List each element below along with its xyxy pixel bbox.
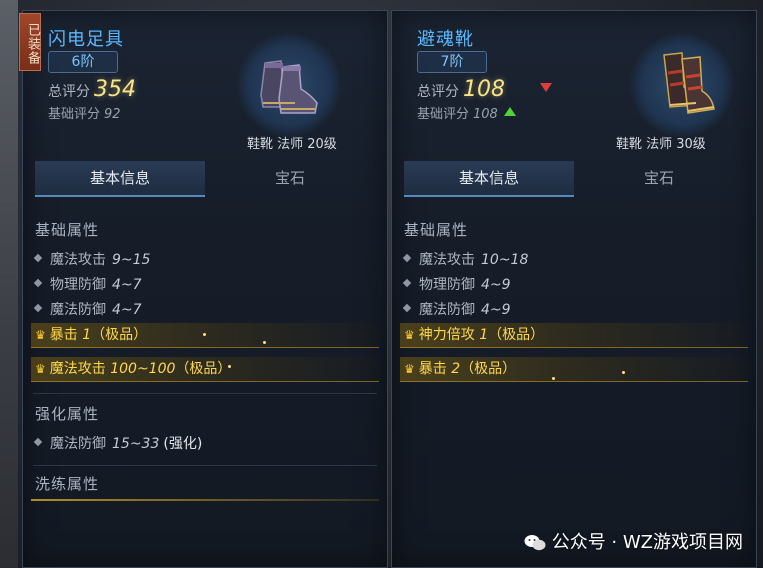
boots-icon [663,52,715,114]
refine-attrs-title: 洗练属性 [35,475,100,493]
wechat-icon [524,535,546,551]
sparkle [228,365,231,368]
info-tabs: 基本信息 宝石 [35,161,375,197]
attr-name: 魔法防御 [50,302,106,318]
sparkle [263,341,266,344]
item-grade: 7阶 [417,51,487,73]
tab-gems[interactable]: 宝石 [205,161,375,195]
tab-basic-info[interactable]: 基本信息 [35,161,205,197]
attr-value: 4~9 [481,277,511,293]
diamond-bullet-icon [402,253,412,263]
base-score-value: 92 [104,107,121,122]
item-name: 闪电足具 [48,29,124,50]
diamond-bullet-icon [402,278,412,288]
attr-row: 魔法攻击 10~18 [402,249,529,269]
sparkle [203,333,206,336]
attr-row: 魔法防御 4~9 [402,299,511,319]
attr-name: 魔法攻击 [419,252,475,268]
base-score-row: 基础评分 108 [417,103,498,122]
item-type-class-level: 鞋靴 法师 20级 [247,137,337,152]
attr-value: 10~18 [481,252,529,268]
attr-row: 物理防御 4~7 [33,274,142,294]
attr-value: 15~33 [112,436,160,452]
total-score-label: 总评分 [48,84,90,100]
attr-name: 物理防御 [419,277,475,293]
special-attr-value: 1 [82,327,92,343]
item-grade: 6阶 [48,51,118,73]
special-attr-value: 100~100 [110,361,176,377]
info-tabs: 基本信息 宝石 [404,161,744,197]
item-icon-frame [630,33,734,137]
total-score-value: 354 [94,77,136,102]
special-attr-row: ♛ 暴击 2（极品） [400,357,748,382]
base-score-label: 基础评分 [48,107,101,122]
diamond-bullet-icon [33,303,43,313]
crown-icon: ♛ [404,328,415,342]
boots-icon [260,60,318,114]
background-edge [0,0,18,568]
special-attr-value: 2 [451,361,461,377]
tab-basic-info[interactable]: 基本信息 [404,161,574,197]
score-down-icon [540,83,552,92]
special-attr-quality: （极品） [175,361,232,377]
base-attrs-title: 基础属性 [404,221,469,239]
attr-row: 物理防御 4~9 [402,274,511,294]
base-attrs-title: 基础属性 [35,221,100,239]
special-attr-name: 暴击 [49,327,83,343]
attr-row: 魔法防御 15~33 (强化) [33,433,203,453]
special-attr-name: 魔法攻击 [49,361,111,377]
special-attr-name: 神力倍攻 [418,327,480,343]
special-attr-row: ♛ 神力倍攻 1（极品） [400,323,748,348]
base-score-label: 基础评分 [417,107,470,122]
watermark: 公众号 · WZ游戏项目网 [524,528,743,554]
sparkle [552,377,555,380]
special-attr-row: ♛ 魔法攻击 100~100（极品） [31,357,379,382]
total-score-row: 总评分 354 [48,77,136,102]
special-attr-name: 暴击 [418,361,452,377]
crown-icon: ♛ [404,362,415,376]
item-name: 避魂靴 [417,29,474,50]
diamond-bullet-icon [402,303,412,313]
attr-row: 魔法攻击 9~15 [33,249,151,269]
equipped-item-tooltip: 已装备 闪电足具 6阶 总评分 354 基础评分 92 鞋靴 法师 20级 基本信息… [19,10,388,568]
base-score-row: 基础评分 92 [48,103,121,122]
total-score-label: 总评分 [417,84,459,100]
crown-icon: ♛ [35,362,46,376]
diamond-bullet-icon [33,437,43,447]
item-icon-frame [237,33,341,137]
total-score-row: 总评分 108 [417,77,505,102]
attr-value: 4~9 [481,302,511,318]
special-attr-value: 1 [479,327,489,343]
score-up-icon [504,107,516,116]
attr-value: 4~7 [112,302,142,318]
diamond-bullet-icon [33,278,43,288]
attr-row: 魔法防御 4~7 [33,299,142,319]
item-type-class-level: 鞋靴 法师 30级 [616,137,706,152]
section-divider [33,393,377,394]
attr-name: 魔法防御 [50,436,106,452]
section-divider [33,465,377,466]
equipped-badge: 已装备 [19,13,41,71]
diamond-bullet-icon [33,253,43,263]
attr-value: 4~7 [112,277,142,293]
special-attr-quality: （极品） [488,327,545,343]
refine-underline [31,499,379,501]
tab-gems[interactable]: 宝石 [574,161,744,195]
attr-value: 9~15 [112,252,151,268]
watermark-text: 公众号 · WZ游戏项目网 [551,532,743,553]
attr-name: 魔法防御 [419,302,475,318]
attr-name: 物理防御 [50,277,106,293]
enhance-tag: (强化) [163,436,203,452]
sparkle [622,371,625,374]
total-score-value: 108 [463,77,505,102]
attr-name: 魔法攻击 [50,252,106,268]
crown-icon: ♛ [35,328,46,342]
compared-item-tooltip: 避魂靴 7阶 总评分 108 基础评分 108 鞋靴 法师 30级 基本信息 宝石 … [391,10,757,568]
special-attr-quality: （极品） [91,327,148,343]
base-score-value: 108 [473,107,498,122]
special-attr-quality: （极品） [460,361,517,377]
enhance-attrs-title: 强化属性 [35,405,100,423]
